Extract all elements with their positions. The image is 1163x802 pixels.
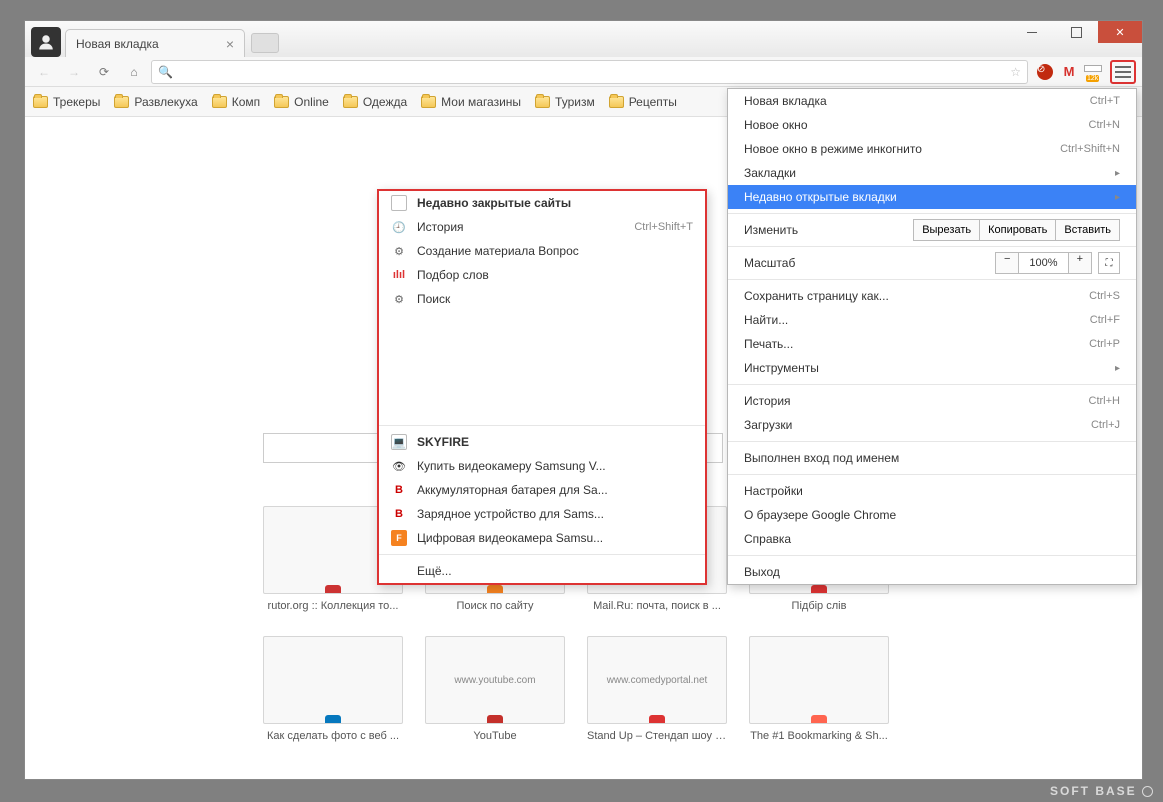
home-button[interactable]: ⌂: [121, 60, 147, 84]
url-input[interactable]: [177, 65, 1006, 79]
menu-print[interactable]: Печать...Ctrl+P: [728, 332, 1136, 356]
browser-window: Новая вкладка × ← → ⟳ ⌂ 🔍 ☆ ⊘ M: [24, 20, 1143, 780]
bookmark-folder[interactable]: Развлекуха: [114, 95, 197, 109]
bookmark-folder[interactable]: Мои магазины: [421, 95, 521, 109]
menu-find[interactable]: Найти...Ctrl+F: [728, 308, 1136, 332]
bookmark-folder[interactable]: Online: [274, 95, 329, 109]
submenu-item[interactable]: ВЗарядное устройство для Sams...: [379, 502, 705, 526]
adblock-icon[interactable]: ⊘: [1036, 63, 1054, 81]
submenu-item[interactable]: ılılПодбор слов: [379, 263, 705, 287]
bars-icon: ılıl: [391, 267, 407, 283]
reload-button[interactable]: ⟳: [91, 60, 117, 84]
menu-incognito[interactable]: Новое окно в режиме инкогнитоCtrl+Shift+…: [728, 137, 1136, 161]
favicon: 👁: [391, 458, 407, 474]
app-icon: [31, 27, 61, 57]
submenu-device-header: 💻SKYFIRE: [379, 430, 705, 454]
menu-save-as[interactable]: Сохранить страницу как...Ctrl+S: [728, 284, 1136, 308]
tab-title: Новая вкладка: [76, 37, 220, 51]
speed-dial-tile[interactable]: The #1 Bookmarking & Sh...: [749, 636, 889, 742]
menu-tools[interactable]: Инструменты: [728, 356, 1136, 380]
new-tab-button[interactable]: [251, 33, 279, 53]
bookmark-star-icon[interactable]: ☆: [1010, 65, 1021, 79]
bookmark-folder[interactable]: Туризм: [535, 95, 595, 109]
submenu-item[interactable]: ⚙Создание материала Вопрос: [379, 239, 705, 263]
zoom-out-button[interactable]: −: [995, 252, 1019, 274]
speed-dial-tile[interactable]: Как сделать фото с веб ...: [263, 636, 403, 742]
gear-icon: ⚙: [391, 291, 407, 307]
submenu-more[interactable]: Ещё...: [379, 559, 705, 583]
maximize-button[interactable]: [1054, 21, 1098, 43]
menu-signed-in[interactable]: Выполнен вход под именем: [728, 446, 1136, 470]
window-icon: [391, 195, 407, 211]
folder-icon: [421, 96, 436, 108]
submenu-item-history[interactable]: 🕘ИсторияCtrl+Shift+T: [379, 215, 705, 239]
bookmark-folder[interactable]: Комп: [212, 95, 260, 109]
menu-bookmarks[interactable]: Закладки: [728, 161, 1136, 185]
submenu-item[interactable]: ВАккумуляторная батарея для Sa...: [379, 478, 705, 502]
cut-button[interactable]: Вырезать: [913, 219, 980, 241]
folder-icon: [33, 96, 48, 108]
speed-dial-tile[interactable]: www.comedyportal.netStand Up – Стендап ш…: [587, 636, 727, 742]
bookmark-folder[interactable]: Трекеры: [33, 95, 100, 109]
submenu-item[interactable]: FЦифровая видеокамера Samsu...: [379, 526, 705, 550]
recent-tabs-submenu: Недавно закрытые сайты 🕘ИсторияCtrl+Shif…: [377, 189, 707, 585]
search-icon: 🔍: [158, 65, 173, 79]
zoom-value: 100%: [1019, 252, 1067, 274]
window-controls: [1010, 21, 1142, 43]
menu-history[interactable]: ИсторияCtrl+H: [728, 389, 1136, 413]
menu-new-tab[interactable]: Новая вкладкаCtrl+T: [728, 89, 1136, 113]
back-button[interactable]: ←: [31, 60, 57, 84]
submenu-item[interactable]: 👁Купить видеокамеру Samsung V...: [379, 454, 705, 478]
main-menu: Новая вкладкаCtrl+T Новое окноCtrl+N Нов…: [727, 88, 1137, 585]
forward-button[interactable]: →: [61, 60, 87, 84]
favicon: В: [391, 506, 407, 522]
folder-icon: [274, 96, 289, 108]
speed-dial-tile[interactable]: www.youtube.comYouTube: [425, 636, 565, 742]
zoom-in-button[interactable]: +: [1068, 252, 1092, 274]
favicon: F: [391, 530, 407, 546]
menu-zoom-row: Масштаб − 100% + ⛶: [728, 251, 1136, 275]
toolbar: ← → ⟳ ⌂ 🔍 ☆ ⊘ M 12k: [25, 57, 1142, 87]
submenu-item[interactable]: ⚙Поиск: [379, 287, 705, 311]
menu-settings[interactable]: Настройки: [728, 479, 1136, 503]
folder-icon: [535, 96, 550, 108]
menu-help[interactable]: Справка: [728, 527, 1136, 551]
gmail-icon[interactable]: M: [1060, 63, 1078, 81]
savefrom-icon[interactable]: 12k: [1084, 63, 1102, 81]
menu-downloads[interactable]: ЗагрузкиCtrl+J: [728, 413, 1136, 437]
folder-icon: [609, 96, 624, 108]
menu-exit[interactable]: Выход: [728, 560, 1136, 584]
copy-button[interactable]: Копировать: [980, 219, 1056, 241]
main-menu-button[interactable]: [1110, 60, 1136, 84]
window-close-button[interactable]: [1098, 21, 1142, 43]
favicon: В: [391, 482, 407, 498]
gear-icon: ⚙: [391, 243, 407, 259]
folder-icon: [212, 96, 227, 108]
bookmark-folder[interactable]: Одежда: [343, 95, 407, 109]
submenu-header: Недавно закрытые сайты: [379, 191, 705, 215]
close-tab-icon[interactable]: ×: [220, 37, 234, 51]
menu-new-window[interactable]: Новое окноCtrl+N: [728, 113, 1136, 137]
menu-edit-row: Изменить Вырезать Копировать Вставить: [728, 218, 1136, 242]
paste-button[interactable]: Вставить: [1056, 219, 1120, 241]
clock-icon: 🕘: [391, 219, 407, 235]
menu-recent-tabs[interactable]: Недавно открытые вкладки: [728, 185, 1136, 209]
bookmark-folder[interactable]: Рецепты: [609, 95, 677, 109]
browser-tab[interactable]: Новая вкладка ×: [65, 29, 245, 57]
fullscreen-button[interactable]: ⛶: [1098, 252, 1120, 274]
folder-icon: [114, 96, 129, 108]
address-bar[interactable]: 🔍 ☆: [151, 60, 1028, 84]
minimize-button[interactable]: [1010, 21, 1054, 43]
title-bar: Новая вкладка ×: [25, 21, 1142, 57]
folder-icon: [343, 96, 358, 108]
laptop-icon: 💻: [391, 434, 407, 450]
extension-icons: ⊘ M 12k: [1032, 63, 1106, 81]
menu-about[interactable]: О браузере Google Chrome: [728, 503, 1136, 527]
watermark: SOFT BASE: [1050, 784, 1153, 798]
